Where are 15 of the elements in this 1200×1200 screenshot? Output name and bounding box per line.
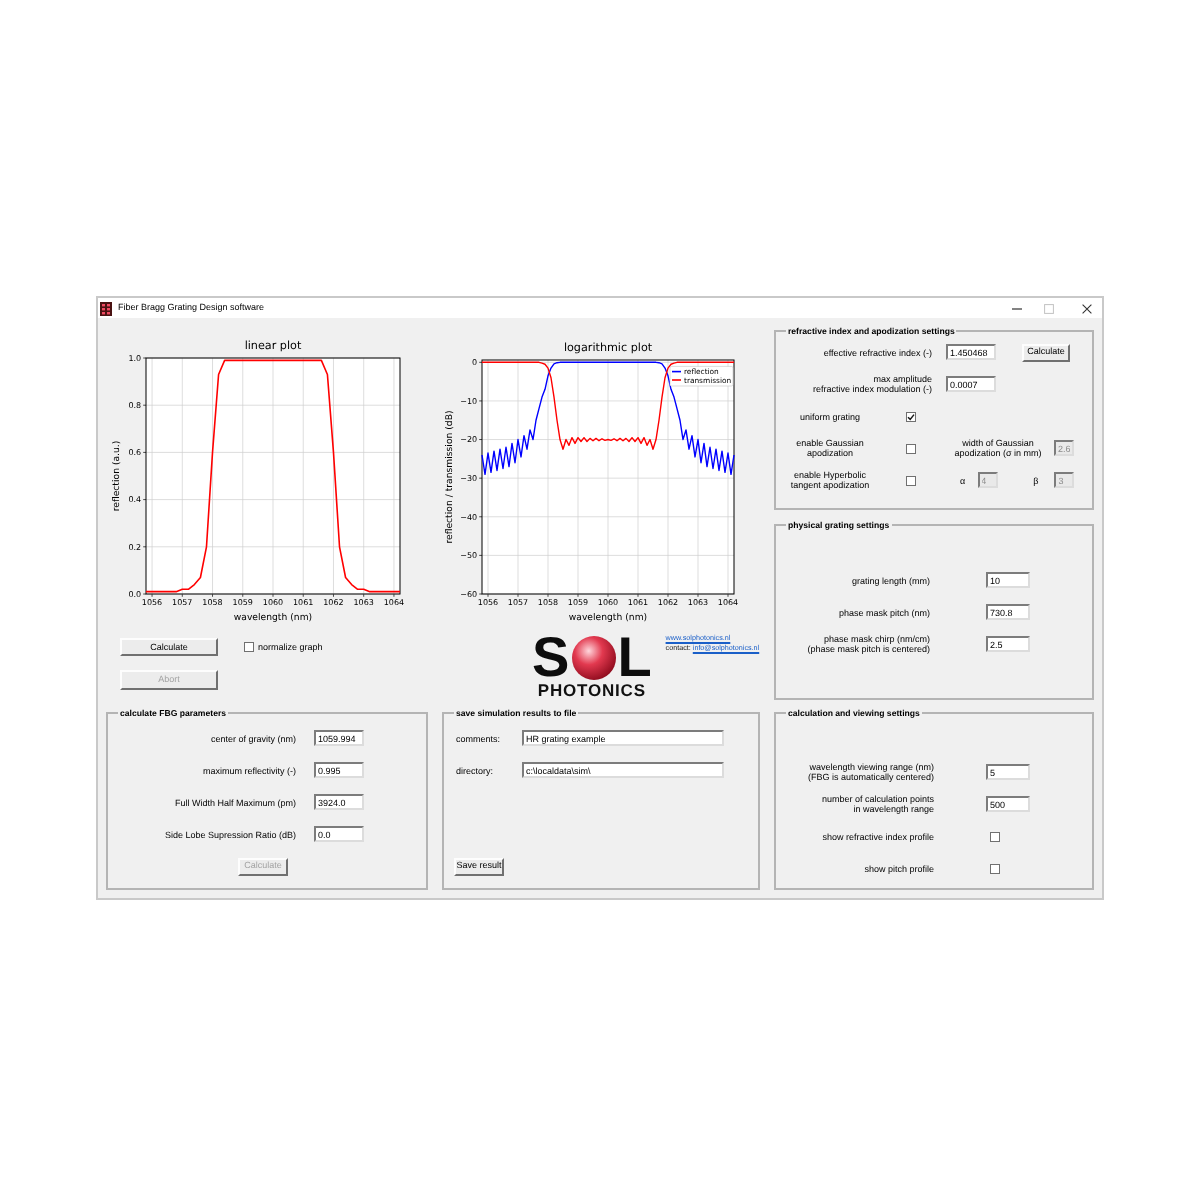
close-icon[interactable]	[1082, 303, 1092, 313]
minimize-icon[interactable]	[1012, 307, 1022, 309]
line-swatch-icon	[672, 379, 681, 381]
logo-tagline: PHOTONICS	[537, 682, 646, 700]
checkbox[interactable]	[990, 831, 1000, 841]
logo-letter: S	[532, 634, 570, 682]
checkbox[interactable]	[906, 475, 916, 485]
checkbox[interactable]	[244, 642, 254, 652]
sphere-icon	[571, 636, 616, 680]
app-icon	[100, 301, 112, 315]
checkbox[interactable]	[906, 443, 916, 453]
logo-letter: L	[617, 634, 652, 682]
checkbox[interactable]	[906, 411, 916, 421]
checkbox[interactable]	[990, 863, 1000, 873]
line-swatch-icon	[672, 370, 681, 373]
